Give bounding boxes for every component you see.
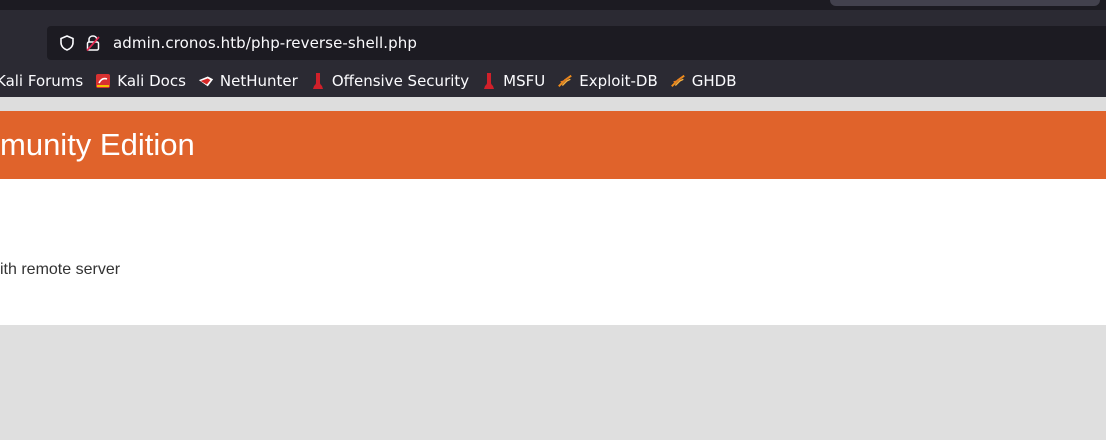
- tab-strip: [0, 0, 1106, 10]
- bookmark-offensive-security[interactable]: Offensive Security: [310, 72, 469, 90]
- page-footer-area: [0, 325, 1106, 440]
- status-message: ith remote server: [0, 261, 121, 278]
- bookmark-exploit-db[interactable]: Exploit-DB: [557, 72, 658, 90]
- bookmark-nethunter[interactable]: NetHunter: [198, 72, 298, 90]
- url-bar[interactable]: admin.cronos.htb/php-reverse-shell.php: [47, 26, 1106, 60]
- offsec-icon: [310, 73, 326, 89]
- bookmark-ghdb[interactable]: GHDB: [670, 72, 737, 90]
- page-title: munity Edition: [0, 127, 195, 162]
- tab-strip-search[interactable]: [830, 0, 1100, 6]
- bookmark-label: MSFU: [503, 72, 546, 90]
- bookmark-label: Offensive Security: [331, 72, 470, 90]
- shield-icon[interactable]: [57, 33, 77, 53]
- bookmark-label: Kali Forums: [0, 72, 84, 90]
- exploit-db-icon: [670, 73, 686, 89]
- bookmark-kali-docs[interactable]: Kali Docs: [95, 72, 186, 90]
- bookmark-kali-forums[interactable]: Kali Forums: [0, 72, 83, 90]
- nethunter-icon: [198, 73, 214, 89]
- url-text[interactable]: admin.cronos.htb/php-reverse-shell.php: [113, 34, 417, 52]
- insecure-lock-icon[interactable]: [83, 33, 103, 53]
- bookmark-msfu[interactable]: MSFU: [481, 72, 545, 90]
- bookmark-label: GHDB: [691, 72, 737, 90]
- content-panel: [0, 179, 1106, 325]
- bookmarks-toolbar: Kali Forums Kali Docs NetHunter Offensiv…: [0, 65, 1106, 97]
- offsec-icon: [481, 73, 497, 89]
- exploit-db-icon: [557, 73, 573, 89]
- bookmark-label: Exploit-DB: [579, 72, 658, 90]
- navigation-toolbar: admin.cronos.htb/php-reverse-shell.php: [0, 10, 1106, 65]
- bookmark-label: NetHunter: [219, 72, 298, 90]
- kali-docs-icon: [95, 73, 111, 89]
- page-top-margin: [0, 97, 1106, 111]
- bookmark-label: Kali Docs: [117, 72, 186, 90]
